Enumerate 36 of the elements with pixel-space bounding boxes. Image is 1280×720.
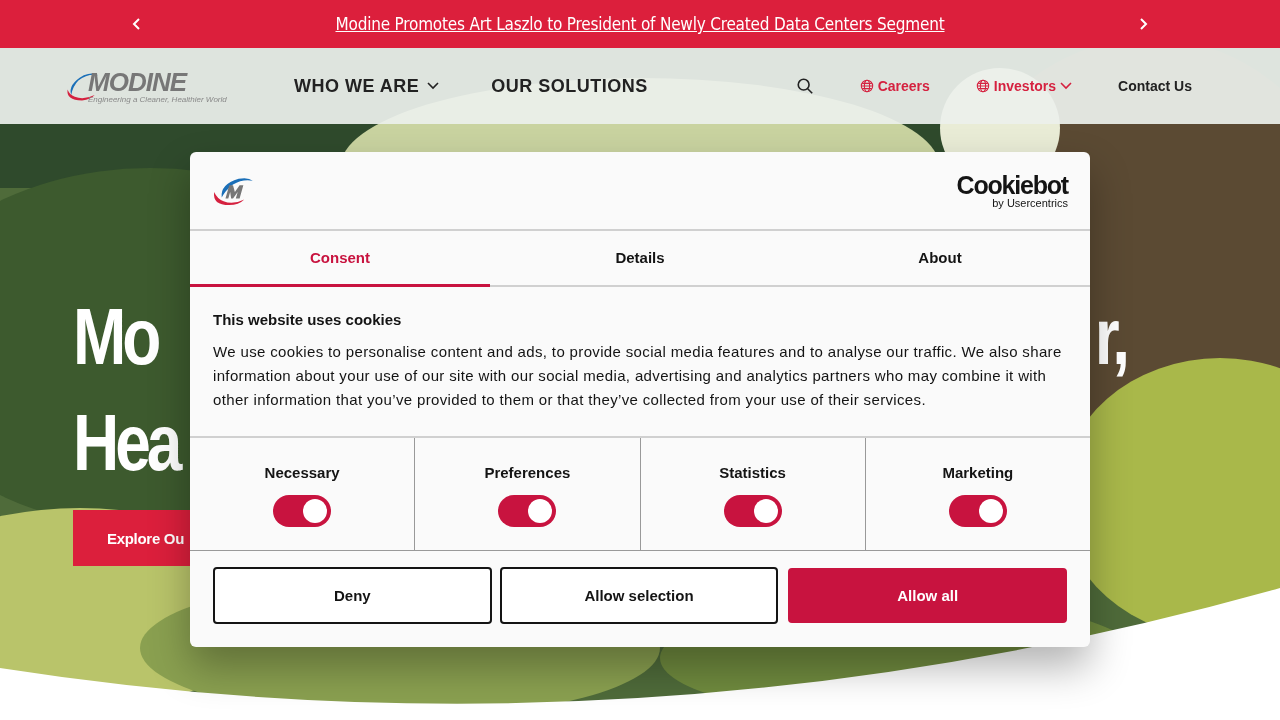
cookiebot-logo: Cookiebot by Usercentrics xyxy=(956,172,1068,209)
toggle-switch[interactable] xyxy=(273,495,332,527)
announcement-link[interactable]: Modine Promotes Art Laszlo to President of Newly Created Data Centers Segment xyxy=(335,14,945,34)
dialog-button[interactable]: Allow selection xyxy=(499,567,779,624)
chevron-left-icon xyxy=(132,17,142,31)
toggle-switch[interactable] xyxy=(948,495,1007,527)
dialog-tab[interactable]: About xyxy=(790,231,1090,287)
dialog-text: We use cookies to personalise content and ads, to provide social media features and to analyse our traffic. We also share information about your use of our site with our social media, advertising and analytics partners who may combine it with other information that you’ve provided to them or that they’ve collected from your use of their services. xyxy=(213,342,1063,410)
globe-icon xyxy=(859,79,874,93)
globe-icon xyxy=(975,79,990,93)
nav-link[interactable]: WHO WE ARE xyxy=(294,75,440,97)
category-label: Statistics xyxy=(719,464,786,481)
chevron-down-icon xyxy=(1060,82,1073,90)
category-label: Preferences xyxy=(484,464,571,481)
category-label: Marketing xyxy=(942,464,1014,481)
utility-link[interactable]: Investors xyxy=(975,78,1073,94)
utility-link[interactable]: Careers xyxy=(859,78,930,94)
dialog-tab[interactable]: Consent xyxy=(190,231,490,287)
utility-link[interactable]: Contact Us xyxy=(1118,78,1192,94)
nav-link[interactable]: OUR SOLUTIONS xyxy=(491,75,648,97)
dialog-tab[interactable]: Details xyxy=(490,231,790,287)
allow-all-button[interactable]: Allow all xyxy=(788,568,1067,623)
toggle-switch[interactable] xyxy=(498,495,557,527)
hero-heading: r, xyxy=(1094,297,1126,377)
category-label: Necessary xyxy=(264,464,340,481)
logo-tagline: Engineering a Cleaner, Healthier World xyxy=(88,94,227,104)
hero-heading: Hea xyxy=(73,403,179,483)
logo-wordmark: MODINE xyxy=(88,68,189,95)
hero-heading: Mo xyxy=(73,297,158,377)
toggle-switch[interactable] xyxy=(723,495,782,527)
dialog-title: This website uses cookies xyxy=(213,311,403,328)
explore-button[interactable]: Explore Ou xyxy=(73,510,190,566)
search-icon[interactable] xyxy=(795,77,814,95)
dialog-button[interactable]: Deny xyxy=(213,567,492,624)
chevron-down-icon xyxy=(427,82,440,90)
chevron-right-icon xyxy=(1138,17,1148,31)
